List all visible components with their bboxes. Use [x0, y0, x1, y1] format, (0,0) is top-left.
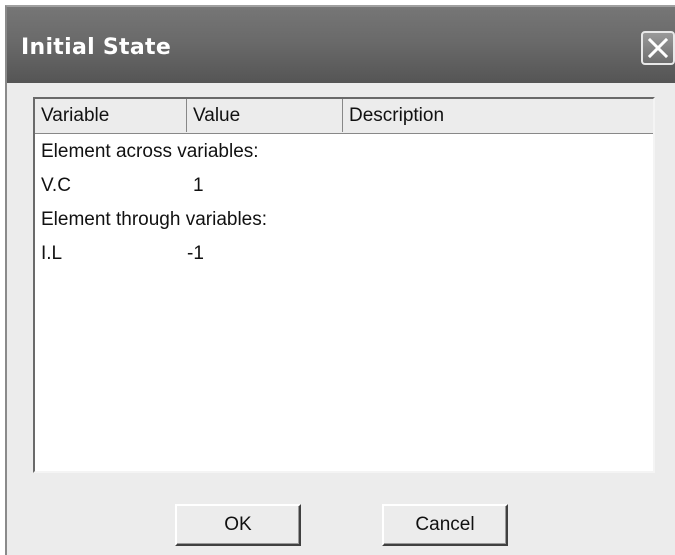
column-header-value[interactable]: Value	[187, 99, 343, 132]
ok-button[interactable]: OK	[175, 504, 301, 546]
group-label: Element through variables:	[41, 209, 268, 230]
group-label: Element across variables:	[41, 141, 259, 162]
dialog-title: Initial State	[21, 35, 172, 60]
variable-cell: V.C	[41, 175, 71, 196]
initial-state-table[interactable]: Variable Value Description Element acros…	[33, 97, 655, 473]
cancel-button[interactable]: Cancel	[382, 504, 508, 546]
value-cell: -1	[187, 243, 204, 264]
column-header-variable[interactable]: Variable	[35, 99, 187, 132]
initial-state-dialog: Initial State Variable Value Description…	[5, 5, 675, 555]
title-bar[interactable]: Initial State	[7, 7, 675, 83]
close-button[interactable]	[641, 31, 675, 65]
close-icon	[647, 37, 669, 59]
column-header-description[interactable]: Description	[343, 99, 655, 132]
value-cell: 1	[193, 175, 204, 196]
table-header: Variable Value Description	[35, 99, 653, 134]
variable-cell: I.L	[41, 243, 63, 264]
